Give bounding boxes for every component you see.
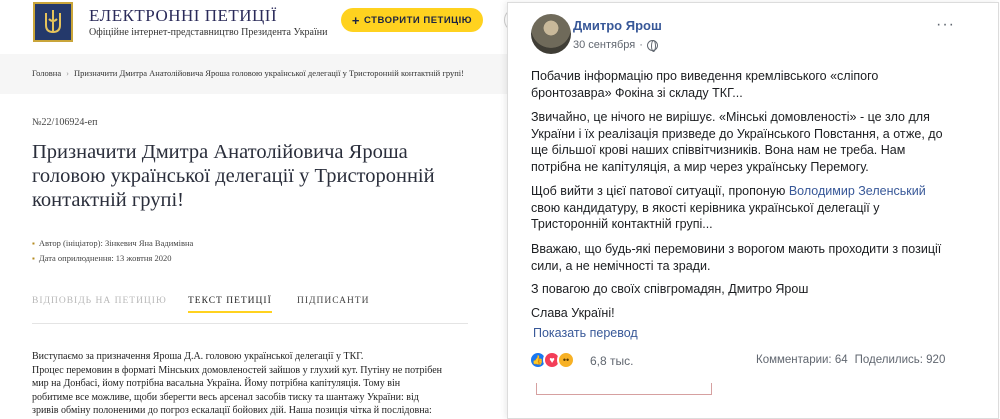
author-bullet-icon: ▪ [32,238,35,248]
show-translation-link[interactable]: Показать перевод [533,326,638,340]
post-line: З повагою до своїх співгромадян, Дмитро … [531,282,809,296]
shares-count[interactable]: Поделились: 920 [855,354,946,366]
tab-answer[interactable]: ВІДПОВІДЬ НА ПЕТИЦІЮ [32,296,167,306]
post-line: свою кандидатуру, в якості керівника укр… [531,200,880,215]
post-line: Слава Україні! [531,306,615,320]
petition-body-line: мир на Донбасі, йому потрібна васальна У… [32,378,401,390]
post-line: бронтозавра» Фокіна зі складу ТКГ... [531,85,743,100]
petition-author-text: Автор (ініціатор): Зінкевич Яна Вадимівн… [38,238,194,248]
post-date-text[interactable]: 30 сентября [573,39,635,51]
create-petition-button[interactable]: + СТВОРИТИ ПЕТИЦІЮ [341,8,483,32]
post-line: Звичайно, це нічого не вирішує. «Мінські… [531,110,930,124]
petition-tabs: ВІДПОВІДЬ НА ПЕТИЦІЮ ТЕКСТ ПЕТИЦІЇ ПІДПИ… [32,296,468,324]
petition-title: Призначити Дмитра Анатолійовича Яроша го… [32,141,435,211]
petition-body-line: робитиме все можливе, щоби зберегти весь… [32,391,419,403]
post-line: Вважаю, що будь-які перемовини з ворогом… [531,242,942,256]
post-paragraph: Щоб вийти з цієї патової ситуації, пропо… [531,183,971,233]
post-line: ще більшої крові наших співвітчизників. … [531,143,906,157]
post-paragraph: Звичайно, це нічого не вирішує. «Мінські… [531,109,971,175]
avatar[interactable] [531,14,571,54]
post-line: Щоб вийти з цієї патової ситуації, пропо… [531,183,971,200]
post-paragraph: Побачив інформацію про виведення кремлів… [531,68,971,101]
post-line: потрібна не капітуляція, а мир через укр… [531,159,869,174]
separator-dot: · [639,39,643,51]
petition-number: №22/106924-еп [32,117,98,128]
post-date: 30 сентября · [573,39,658,52]
post-paragraph: Вважаю, що будь-які перемовини з ворогом… [531,241,971,274]
comments-count[interactable]: Комментарии: 64 [756,354,848,366]
mention-link[interactable]: Володимир Зеленський [789,184,926,198]
petition-author: ▪ Автор (ініціатор): Зінкевич Яна Вадимі… [32,238,193,248]
post-paragraph: З повагою до своїх співгромадян, Дмитро … [531,281,971,298]
post-line: Тристоронній контактній групі... [531,217,713,231]
post-line-text: Щоб вийти з цієї патової ситуації, пропо… [531,184,789,198]
site-subtitle: Офіційне інтернет-представництво Президе… [89,27,328,38]
petition-body-line: Виступаємо за призначення Яроша Д.А. гол… [32,351,364,362]
breadcrumb-home[interactable]: Головна [32,68,61,78]
post-line: сили, а не немічності та зради. [531,258,711,273]
petition-date-text: Дата оприлюднення: 13 жовтня 2020 [38,253,172,263]
post-paragraph: Слава Україні! [531,305,971,322]
petition-page: ЕЛЕКТРОННІ ПЕТИЦІЇ Офіційне інтернет-пре… [0,0,534,419]
petition-body-line: зривів обміну полоненими до погроз ескал… [32,405,432,417]
post-line: України і їх реалізація призведе до Укра… [531,126,943,141]
wow-reaction-icon: •• [557,351,575,369]
trident-emblem-icon[interactable] [33,2,73,42]
petition-date: ▪ Дата оприлюднення: 13 жовтня 2020 [32,253,171,263]
post-author[interactable]: Дмитро Ярош [573,18,662,33]
reactions[interactable]: 👍 ♥ •• [529,351,575,369]
plus-icon: + [351,12,361,28]
breadcrumb-separator-icon: › [66,68,69,78]
reactions-count[interactable]: 6,8 тыс. [590,354,633,368]
petition-body-line: Процес перемовин в форматі Мінських домо… [32,364,443,376]
tab-petition-text[interactable]: ТЕКСТ ПЕТИЦІЇ [188,296,272,313]
site-header: ЕЛЕКТРОННІ ПЕТИЦІЇ Офіційне інтернет-пре… [0,0,534,50]
breadcrumb-current: Призначити Дмитра Анатолійовича Яроша го… [73,68,464,78]
globe-icon [646,39,658,52]
date-bullet-icon: ▪ [32,253,35,263]
breadcrumb: Головна › Призначити Дмитра Анатолійовича … [32,68,464,78]
post-stats: Комментарии: 64 Поделились: 920 [756,354,945,366]
create-petition-label: СТВОРИТИ ПЕТИЦІЮ [364,14,473,26]
more-options-icon[interactable]: ··· [936,16,955,34]
site-title[interactable]: ЕЛЕКТРОННІ ПЕТИЦІЇ [89,6,277,26]
post-line: Побачив інформацію про виведення кремлів… [531,69,879,83]
petition-body: Виступаємо за призначення Яроша Д.А. гол… [32,350,480,418]
tab-signers[interactable]: ПІДПИСАНТИ [297,296,369,306]
facebook-post: Дмитро Ярош 30 сентября · ··· Побачив ін… [507,2,999,419]
divider [536,383,712,395]
